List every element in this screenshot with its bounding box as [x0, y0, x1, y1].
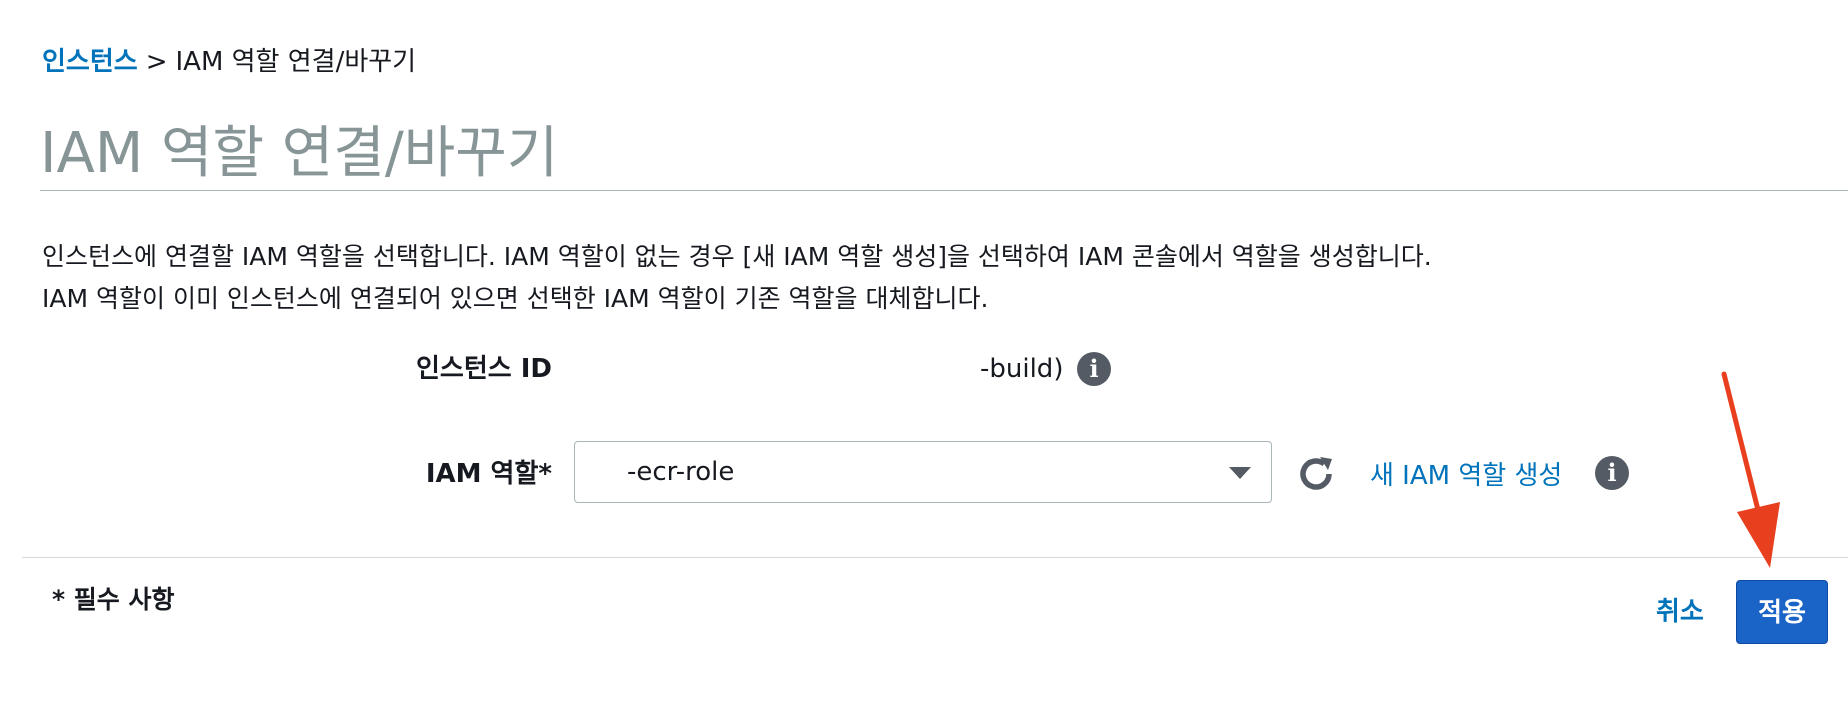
breadcrumb-separator: >: [145, 47, 168, 77]
description-line-1: 인스턴스에 연결할 IAM 역할을 선택합니다. IAM 역할이 없는 경우 […: [42, 242, 1432, 271]
cancel-button[interactable]: 취소: [1656, 594, 1704, 630]
page-title: IAM 역할 연결/바꾸기: [40, 121, 559, 186]
create-iam-role-link[interactable]: 새 IAM 역할 생성: [1370, 458, 1562, 494]
iam-role-select[interactable]: -ecr-role: [574, 441, 1272, 503]
iam-role-label: IAM 역할*: [425, 459, 552, 489]
required-fields-note: * 필수 사항: [52, 585, 175, 614]
instance-id-label: 인스턴스 ID: [416, 354, 552, 384]
iam-role-selected-value: -ecr-role: [627, 457, 735, 487]
breadcrumb-link-instances[interactable]: 인스턴스: [42, 47, 138, 77]
title-divider: [40, 190, 1848, 191]
info-icon[interactable]: i: [1077, 352, 1111, 386]
apply-button[interactable]: 적용: [1736, 580, 1828, 644]
refresh-icon[interactable]: [1296, 454, 1336, 494]
chevron-down-icon: [1229, 467, 1251, 479]
page-description: 인스턴스에 연결할 IAM 역할을 선택합니다. IAM 역할이 없는 경우 […: [42, 236, 1432, 320]
footer-divider: [22, 557, 1848, 558]
breadcrumb: 인스턴스 > IAM 역할 연결/바꾸기: [42, 44, 416, 80]
description-line-2: IAM 역할이 이미 인스턴스에 연결되어 있으면 선택한 IAM 역할이 기존…: [42, 284, 989, 313]
info-icon[interactable]: i: [1595, 456, 1629, 490]
instance-id-value: -build): [980, 354, 1064, 384]
breadcrumb-current: IAM 역할 연결/바꾸기: [175, 47, 417, 77]
red-arrow-annotation: [1721, 371, 1780, 568]
